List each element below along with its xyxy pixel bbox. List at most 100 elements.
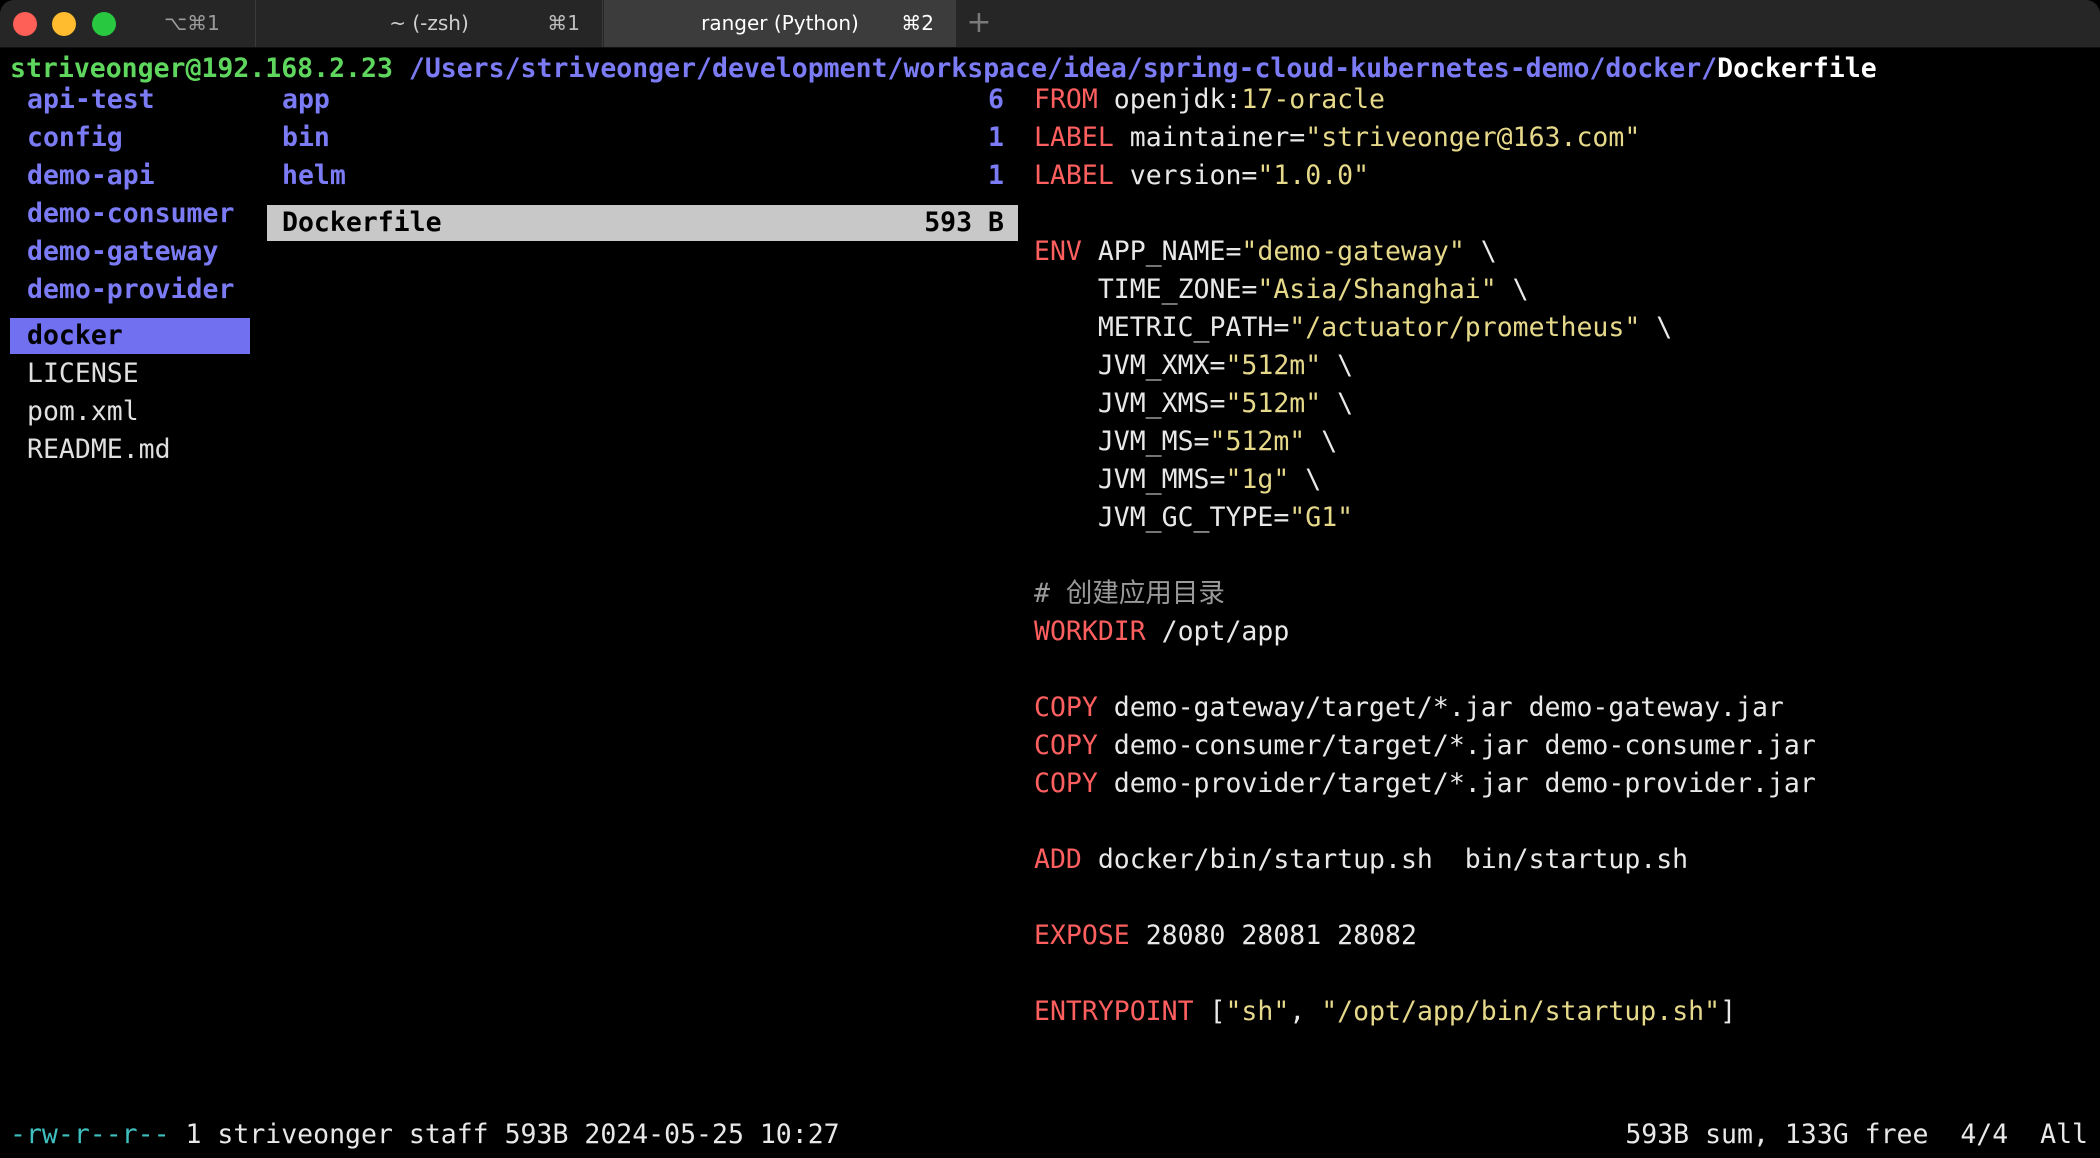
status-bar-left: -rw-r--r-- 1 striveonger staff 593B 2024… [10, 1116, 840, 1154]
tab-ranger[interactable]: ranger (Python) ⌘2 [604, 0, 956, 47]
preview-line: COPY demo-provider/target/*.jar demo-pro… [1034, 765, 1816, 803]
code-text: docker/bin/startup.sh bin/startup.sh [1081, 844, 1689, 875]
code-text: /opt/app [1145, 616, 1290, 647]
preview-line: JVM_XMX="512m" \ [1034, 347, 1353, 385]
preview-line: COPY demo-consumer/target/*.jar demo-con… [1034, 727, 1816, 765]
preview-line: COPY demo-gateway/target/*.jar demo-gate… [1034, 689, 1784, 727]
list-item[interactable]: bin 1 [282, 119, 1004, 157]
close-window-button[interactable] [13, 12, 37, 36]
code-text: ] [1720, 996, 1737, 1027]
code-text: APP_NAME= [1081, 236, 1242, 267]
new-tab-plus-icon[interactable]: + [962, 0, 996, 47]
preview-line: JVM_XMS="512m" \ [1034, 385, 1353, 423]
item-name: app [282, 84, 330, 115]
list-item[interactable]: README.md [27, 431, 171, 469]
tab-shortcut: ⌘2 [901, 11, 934, 35]
code-text: maintainer= [1113, 122, 1306, 153]
code-text: \ [1321, 388, 1354, 419]
preview-line: FROM openjdk:17-oracle [1034, 81, 1385, 119]
preview-line: JVM_MS="512m" \ [1034, 423, 1337, 461]
code-text: 28080 28081 28082 [1129, 920, 1417, 951]
preview-line: ENV APP_NAME="demo-gateway" \ [1034, 233, 1497, 271]
tab-bar: ⌥⌘1 ~ (-zsh) ⌘1 ranger (Python) ⌘2 + [0, 0, 2100, 48]
code-text: \ [1321, 350, 1354, 381]
current-path: /Users/striveonger/development/workspace… [392, 53, 1718, 84]
string-literal: "Asia/Shanghai" [1257, 274, 1497, 305]
list-item[interactable]: config [27, 119, 123, 157]
list-item[interactable]: app 6 [282, 81, 1004, 119]
tab-shortcut: ⌘1 [547, 11, 580, 35]
string-literal: "1g" [1225, 464, 1290, 495]
file-details: 1 striveonger staff 593B 2024-05-25 10:2… [169, 1119, 840, 1150]
list-item-selected[interactable]: docker [27, 317, 123, 355]
minimize-window-button[interactable] [52, 12, 76, 36]
code-text: demo-gateway/target/*.jar demo-gateway.j… [1097, 692, 1784, 723]
string-literal: "/actuator/prometheus" [1289, 312, 1641, 343]
item-count: 6 [988, 84, 1004, 115]
item-name: bin [282, 122, 330, 153]
zoom-window-button[interactable] [92, 12, 116, 36]
item-count: 1 [988, 160, 1004, 191]
string-literal: "demo-gateway" [1241, 236, 1465, 267]
code-text: JVM_MS= [1034, 426, 1210, 457]
code-text: JVM_XMS= [1034, 388, 1226, 419]
string-literal: "striveonger@163.com" [1305, 122, 1641, 153]
item-name: helm [282, 160, 346, 191]
string-literal: "G1" [1289, 502, 1354, 533]
code-text: openjdk: [1097, 84, 1242, 115]
keyword: COPY [1034, 768, 1098, 799]
status-bar-right: 593B sum, 133G free 4/4 All [1625, 1119, 2088, 1150]
code-text: \ [1640, 312, 1673, 343]
code-text: \ [1496, 274, 1529, 305]
keyword: WORKDIR [1034, 616, 1146, 647]
list-item[interactable]: LICENSE [27, 355, 139, 393]
code-text: demo-provider/target/*.jar demo-provider… [1097, 768, 1816, 799]
list-item-selected[interactable]: Dockerfile 593 B [282, 204, 1004, 242]
host-label: striveonger@192.168.2.23 [10, 53, 393, 84]
preview-line: METRIC_PATH="/actuator/prometheus" \ [1034, 309, 1672, 347]
preview-line: JVM_MMS="1g" \ [1034, 461, 1321, 499]
code-text: version= [1113, 160, 1258, 191]
list-item[interactable]: pom.xml [27, 393, 139, 431]
code-text: [ [1193, 996, 1226, 1027]
terminal-content[interactable]: striveonger@192.168.2.23 /Users/striveon… [0, 48, 2100, 1158]
keyword: LABEL [1034, 160, 1114, 191]
list-item[interactable]: demo-gateway [27, 233, 218, 271]
code-text: \ [1305, 426, 1338, 457]
keyword: COPY [1034, 692, 1098, 723]
code-text: \ [1464, 236, 1497, 267]
keyword: EXPOSE [1034, 920, 1130, 951]
preview-line: ENTRYPOINT ["sh", "/opt/app/bin/startup.… [1034, 993, 1736, 1031]
list-item[interactable]: demo-consumer [27, 195, 234, 233]
string-literal: "sh" [1225, 996, 1290, 1027]
string-literal: 17-oracle [1241, 84, 1386, 115]
code-text: JVM_MMS= [1034, 464, 1226, 495]
preview-line: EXPOSE 28080 28081 28082 [1034, 917, 1417, 955]
code-text: demo-consumer/target/*.jar demo-consumer… [1097, 730, 1816, 761]
preview-line: JVM_GC_TYPE="G1" [1034, 499, 1353, 537]
keyword: LABEL [1034, 122, 1114, 153]
code-text: JVM_GC_TYPE= [1034, 502, 1290, 533]
string-literal: "512m" [1225, 388, 1322, 419]
code-text: METRIC_PATH= [1034, 312, 1290, 343]
code-text: JVM_XMX= [1034, 350, 1226, 381]
preview-line: ADD docker/bin/startup.sh bin/startup.sh [1034, 841, 1688, 879]
preview-line: TIME_ZONE="Asia/Shanghai" \ [1034, 271, 1529, 309]
string-literal: "512m" [1209, 426, 1306, 457]
code-text: TIME_ZONE= [1034, 274, 1258, 305]
keyword: ADD [1034, 844, 1082, 875]
code-text: , [1289, 996, 1322, 1027]
tab-title: ⌥⌘1 [164, 11, 220, 35]
list-item[interactable]: api-test [27, 81, 155, 119]
tab-zsh[interactable]: ~ (-zsh) ⌘1 [255, 0, 603, 47]
keyword: FROM [1034, 84, 1098, 115]
keyword: COPY [1034, 730, 1098, 761]
list-item[interactable]: demo-api [27, 157, 155, 195]
item-count: 1 [988, 122, 1004, 153]
list-item[interactable]: demo-provider [27, 271, 234, 309]
terminal-window: ⌥⌘1 ~ (-zsh) ⌘1 ranger (Python) ⌘2 + str… [0, 0, 2100, 1158]
preview-line: LABEL maintainer="striveonger@163.com" [1034, 119, 1640, 157]
list-item[interactable]: helm 1 [282, 157, 1004, 195]
string-literal: "/opt/app/bin/startup.sh" [1321, 996, 1721, 1027]
code-text: \ [1289, 464, 1322, 495]
